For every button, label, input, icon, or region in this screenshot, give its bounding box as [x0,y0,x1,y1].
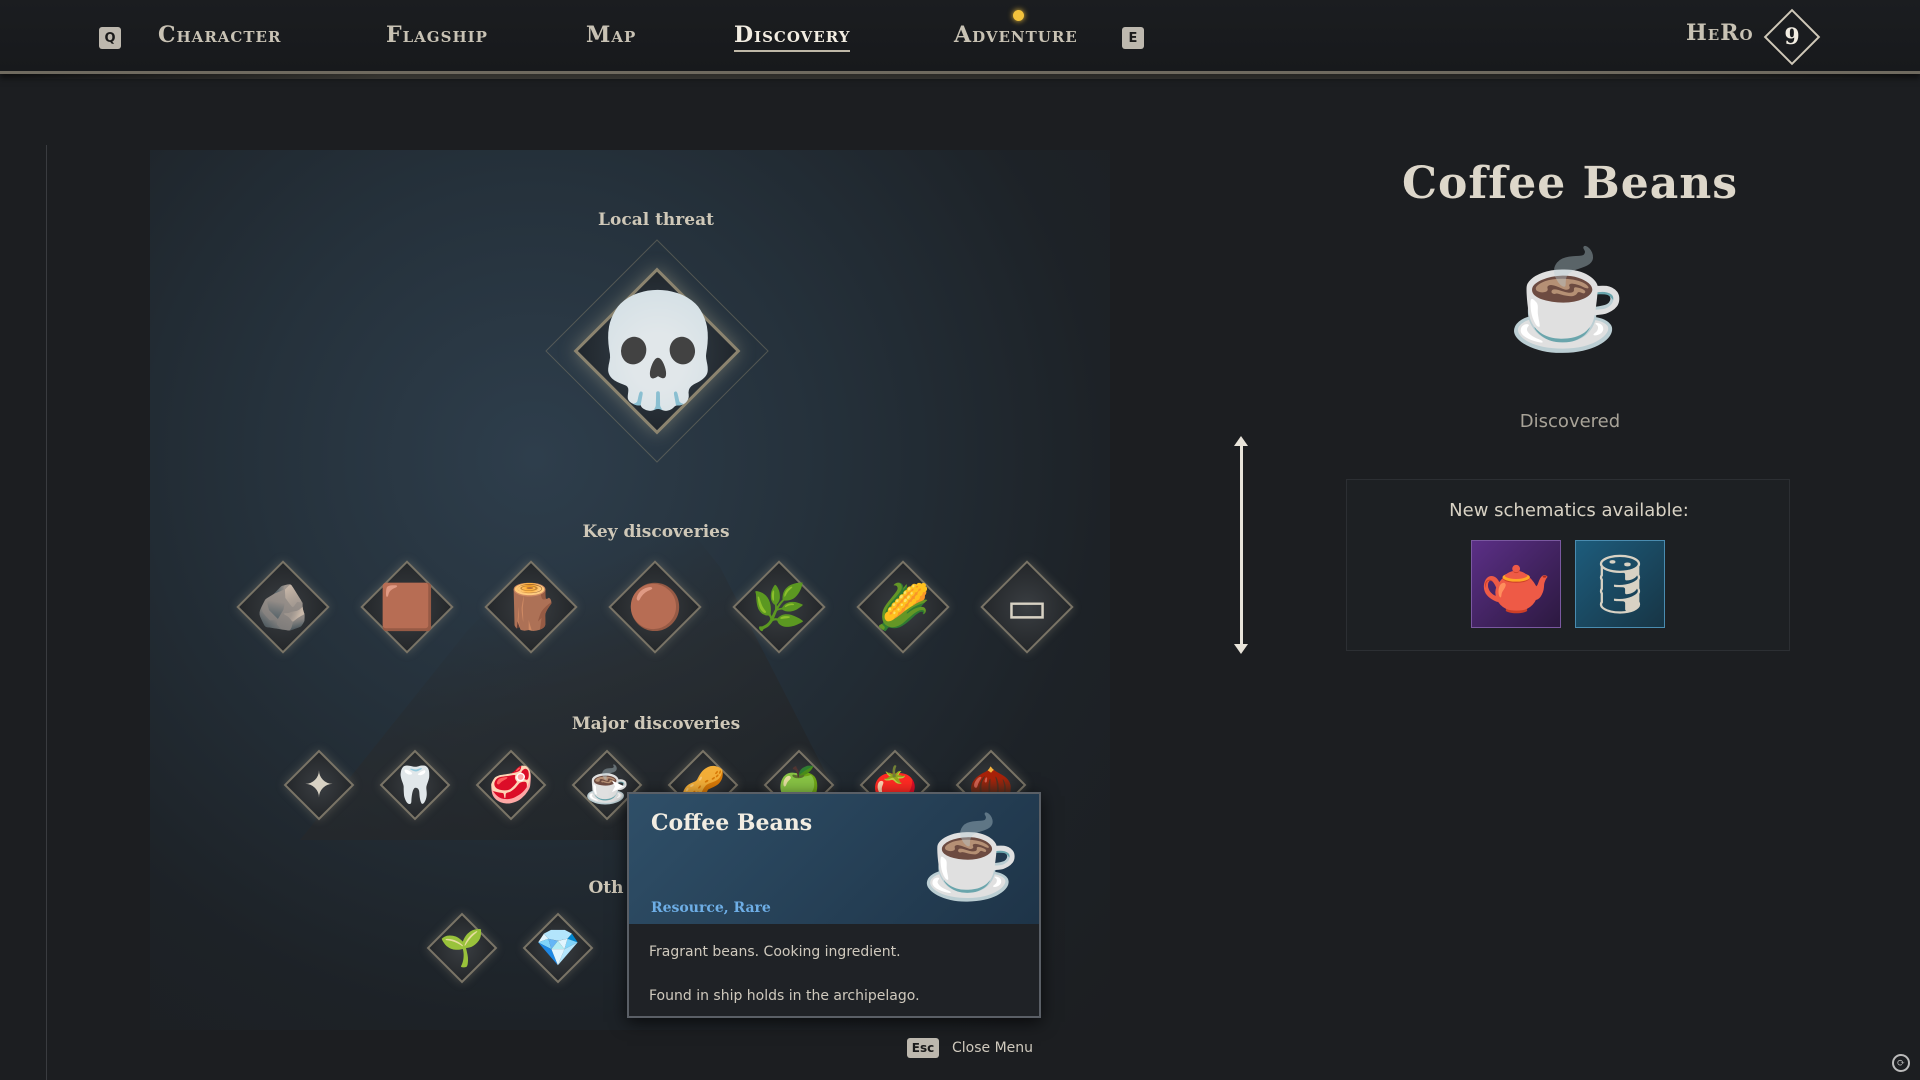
key-discoveries-label: Key discoveries [582,522,730,542]
item-tooltip: Coffee Beans ☕ Resource, Rare Fragrant b… [627,792,1041,1018]
coffee-beans-icon: ☕ [1507,243,1627,356]
close-menu-label[interactable]: Close Menu [952,1040,1033,1056]
top-nav-bar: Q Character Flagship Map Discovery Adven… [0,0,1920,79]
tooltip-location: Found in ship holds in the archipelago. [649,988,920,1004]
tab-flagship[interactable]: Flagship [386,22,488,48]
prev-tab-key[interactable]: Q [99,27,121,49]
tooltip-tags: Resource, Rare [651,900,771,916]
discovery-status: Discovered [1519,411,1621,432]
barrel-icon: 🛢 [1583,549,1657,618]
tooltip-description: Fragrant beans. Cooking ingredient. [649,944,901,960]
major-discoveries-label: Major discoveries [571,714,741,734]
coffee-beans-icon: ☕ [921,811,1021,904]
esc-key[interactable]: Esc [907,1038,939,1058]
coffee-pot-icon: 🫖 [1479,549,1553,618]
tab-map[interactable]: Map [586,22,636,48]
settings-corner-icon[interactable]: ⟳ [1892,1054,1910,1072]
details-title: Coffee Beans [1402,158,1738,209]
scroll-indicator[interactable] [1234,436,1248,654]
notification-dot [1013,10,1024,21]
tab-adventure[interactable]: Adventure [954,22,1078,48]
schematics-panel: New schematics available: 🫖 🛢 [1346,479,1790,651]
local-threat-label: Local threat [598,210,714,230]
hero-name: HeRo [1686,20,1754,46]
hero-level-value: 9 [1784,24,1800,50]
next-tab-key[interactable]: E [1122,27,1144,49]
schematic-coffee-pot[interactable]: 🫖 [1471,540,1561,628]
tab-character[interactable]: Character [158,22,281,48]
tab-discovery[interactable]: Discovery [734,22,851,52]
schematic-barrel[interactable]: 🛢 [1575,540,1665,628]
mouse-cursor-icon: ➤ [610,776,626,797]
skeleton-pirate-icon: 💀 [589,285,727,414]
tooltip-title: Coffee Beans [651,810,813,836]
schematics-label: New schematics available: [1449,500,1689,521]
